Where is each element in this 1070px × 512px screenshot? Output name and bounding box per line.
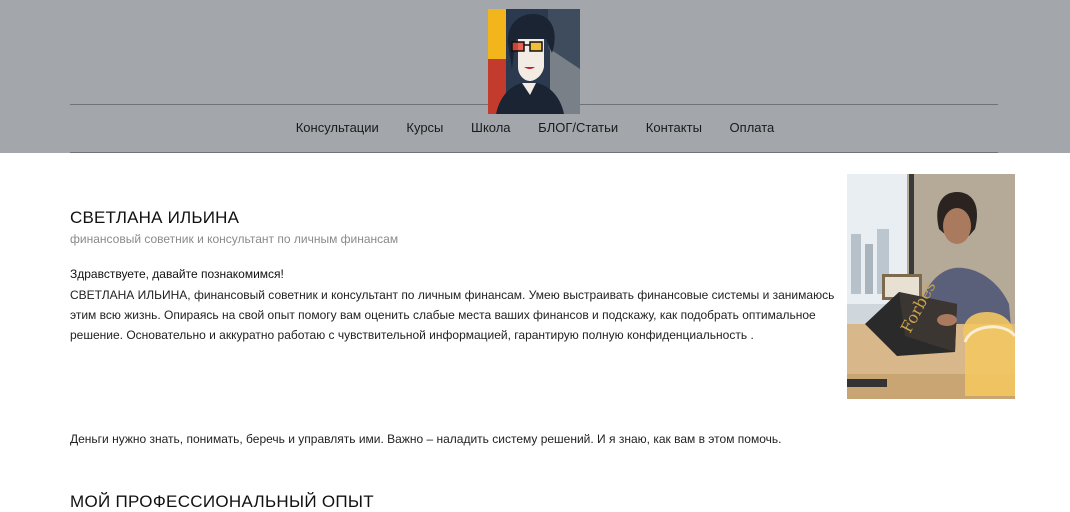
nav-item-contacts[interactable]: Контакты	[646, 120, 702, 135]
nav-item-blog[interactable]: БЛОГ/Статьи	[538, 120, 618, 135]
nav-item-courses[interactable]: Курсы	[406, 120, 443, 135]
woman-portrait-logo-icon[interactable]	[488, 9, 580, 114]
greeting-text: Здравствуете, давайте познакомимся!	[70, 267, 284, 281]
portrait-photo-image: Forbes	[847, 174, 1015, 399]
page-subtitle: финансовый советник и консультант по лич…	[70, 232, 399, 246]
site-header: Консультации Курсы Школа БЛОГ/Статьи Кон…	[0, 0, 1070, 153]
nav-item-school[interactable]: Школа	[471, 120, 511, 135]
intro-paragraph: СВЕТЛАНА ИЛЬИНА, финансовый советник и к…	[70, 288, 835, 342]
page-title: СВЕТЛАНА ИЛЬИНА	[70, 208, 240, 227]
header-divider-bottom	[70, 152, 998, 153]
quote-text: Деньги нужно знать, понимать, беречь и у…	[70, 432, 782, 446]
nav-item-payment[interactable]: Оплата	[730, 120, 775, 135]
experience-heading: МОЙ ПРОФЕССИОНАЛЬНЫЙ ОПЫТ	[70, 492, 374, 511]
nav-item-consultations[interactable]: Консультации	[296, 120, 379, 135]
main-nav: Консультации Курсы Школа БЛОГ/Статьи Кон…	[0, 120, 1070, 138]
